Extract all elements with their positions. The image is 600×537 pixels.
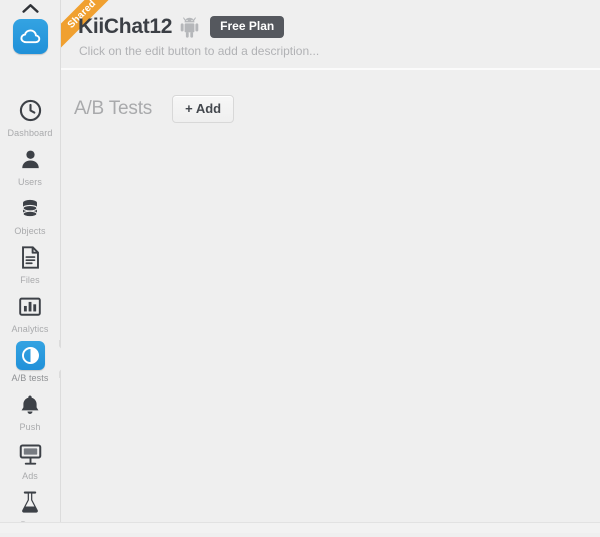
- android-icon: [180, 16, 199, 38]
- ab-tests-list-area: [61, 144, 600, 533]
- contrast-icon: [15, 341, 45, 370]
- section-header: A/B Tests + Add: [74, 95, 235, 123]
- sidebar-item-label: Ads: [22, 471, 38, 481]
- chevron-up-icon[interactable]: [0, 1, 60, 15]
- rail-header: [0, 0, 60, 70]
- add-button[interactable]: + Add: [172, 95, 235, 123]
- sidebar-item-ab-tests[interactable]: A/B tests: [0, 341, 60, 389]
- horizontal-scrollbar[interactable]: [0, 522, 600, 533]
- sidebar-item-push[interactable]: Push: [0, 390, 60, 438]
- sidebar-item-label: Dashboard: [7, 128, 53, 138]
- sidebar-item-users[interactable]: Users: [0, 145, 60, 193]
- sidebar-item-label: Analytics: [11, 324, 49, 334]
- sidebar-item-label: A/B tests: [11, 373, 49, 383]
- sidebar-item-dashboard[interactable]: Dashboard: [0, 96, 60, 144]
- rail-item-list: Dashboard Users Objects Files Analytics …: [0, 96, 60, 537]
- cloud-icon: [20, 29, 41, 44]
- sidebar-item-label: Objects: [14, 226, 46, 236]
- user-icon: [16, 145, 45, 174]
- sidebar-item-label: Files: [20, 275, 40, 285]
- main-content: A/B Tests + Add: [61, 72, 600, 533]
- app-title-row: KiiChat12 Free Plan: [78, 15, 285, 39]
- cloud-logo-button[interactable]: [13, 19, 48, 54]
- page-title: KiiChat12: [78, 15, 173, 38]
- flask-icon: [16, 488, 45, 517]
- app-window: Dashboard Users Objects Files Analytics …: [0, 0, 600, 533]
- sidebar-item-files[interactable]: Files: [0, 243, 60, 291]
- bell-icon: [16, 390, 45, 419]
- section-title: A/B Tests: [74, 98, 153, 119]
- clock-icon: [16, 96, 45, 125]
- app-description-placeholder[interactable]: Click on the edit button to add a descri…: [79, 44, 319, 58]
- sidebar-item-objects[interactable]: Objects: [0, 194, 60, 242]
- document-icon: [16, 243, 45, 272]
- bar-chart-icon: [16, 292, 45, 321]
- sidebar-item-ads[interactable]: Ads: [0, 439, 60, 487]
- app-header: Shared KiiChat12 Free Plan Click on the …: [61, 0, 600, 70]
- plan-badge[interactable]: Free Plan: [210, 16, 285, 38]
- sidebar-item-label: Users: [17, 177, 42, 187]
- database-icon: [16, 194, 45, 223]
- left-navigation-rail: Dashboard Users Objects Files Analytics …: [0, 0, 72, 533]
- billboard-icon: [16, 439, 45, 468]
- sidebar-item-label: Push: [19, 422, 41, 432]
- sidebar-item-analytics[interactable]: Analytics: [0, 292, 60, 340]
